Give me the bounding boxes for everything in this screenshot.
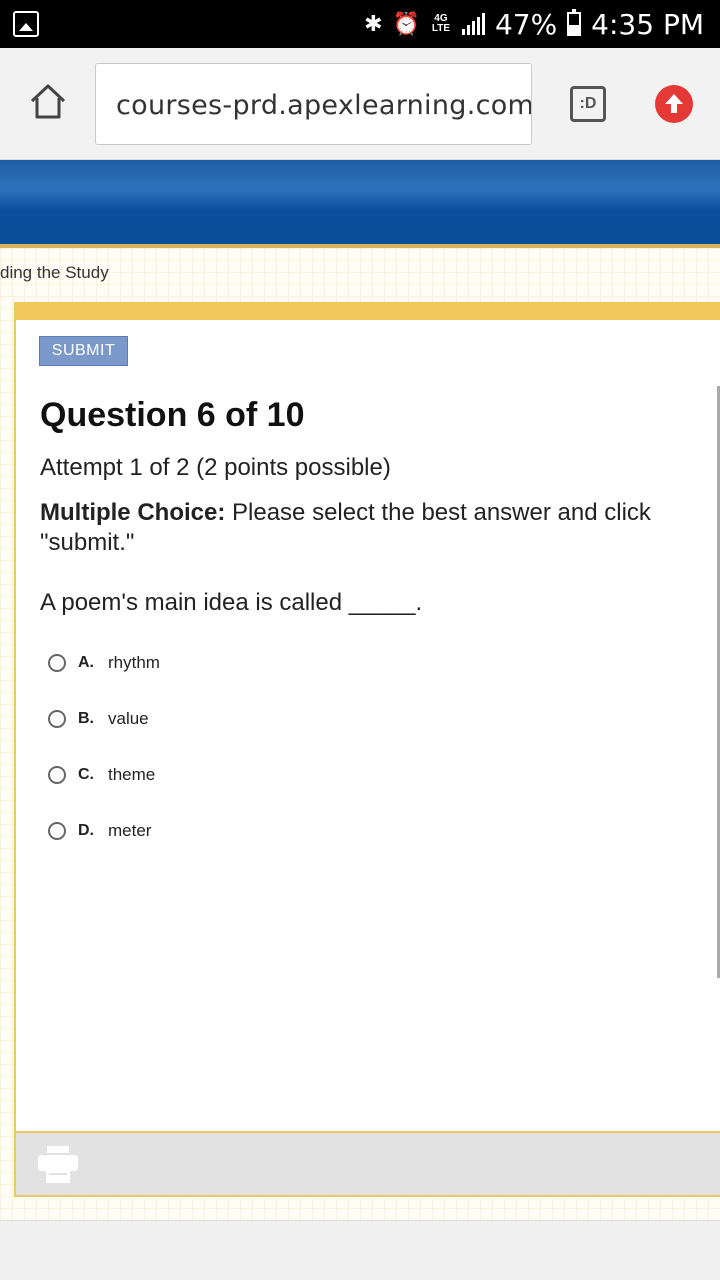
option-text: meter: [108, 821, 152, 840]
battery-percent: 47%: [494, 7, 558, 41]
option-letter: B.: [78, 710, 94, 727]
answer-option-c[interactable]: C. theme: [48, 761, 155, 789]
option-letter: C.: [78, 766, 94, 783]
network-type-icon: 4G LTE: [431, 13, 451, 34]
status-indicators: ✱ ⏰ 4G LTE 47% 4:35 PM: [364, 0, 704, 48]
option-text: value: [108, 709, 149, 728]
print-icon[interactable]: [36, 1145, 80, 1185]
instructions: Multiple Choice: Please select the best …: [40, 498, 690, 558]
answer-option-d[interactable]: D. meter: [48, 817, 151, 845]
address-bar[interactable]: courses-prd.apexlearning.com/: [95, 63, 532, 145]
answer-option-a[interactable]: A. rhythm: [48, 649, 160, 677]
gallery-notification-icon: [13, 11, 39, 37]
attempt-info: Attempt 1 of 2 (2 points possible): [40, 454, 391, 481]
radio-button[interactable]: [48, 710, 66, 728]
option-text: theme: [108, 765, 156, 784]
option-letter: D.: [78, 822, 94, 839]
clock: 4:35 PM: [591, 7, 704, 41]
panel-header-bar: [16, 302, 720, 320]
home-icon[interactable]: [28, 82, 68, 122]
option-text: rhythm: [108, 653, 160, 672]
browser-bottom-area: [0, 1220, 720, 1280]
url-text: courses-prd.apexlearning.com/: [116, 90, 532, 121]
question-prompt: A poem's main idea is called _____.: [40, 589, 423, 616]
answer-option-b[interactable]: B. value: [48, 705, 149, 733]
question-panel: SUBMIT Question 6 of 10 Attempt 1 of 2 (…: [14, 302, 720, 1197]
bluetooth-icon: ✱: [364, 11, 383, 37]
instructions-label: Multiple Choice:: [40, 499, 226, 526]
radio-button[interactable]: [48, 766, 66, 784]
question-title: Question 6 of 10: [40, 396, 305, 434]
status-bar: ✱ ⏰ 4G LTE 47% 4:35 PM: [0, 0, 720, 48]
panel-footer: [16, 1131, 720, 1195]
site-header-banner: [0, 160, 720, 244]
breadcrumb[interactable]: ding the Study: [0, 263, 109, 283]
option-letter: A.: [78, 654, 94, 671]
radio-button[interactable]: [48, 822, 66, 840]
battery-icon: [567, 9, 582, 36]
browser-toolbar: courses-prd.apexlearning.com/ :D: [0, 48, 720, 160]
radio-button[interactable]: [48, 654, 66, 672]
alarm-icon: ⏰: [392, 11, 420, 37]
upload-icon[interactable]: [655, 85, 693, 123]
submit-button[interactable]: SUBMIT: [39, 336, 128, 366]
tabs-button[interactable]: :D: [570, 86, 606, 122]
signal-icon: [461, 13, 485, 35]
